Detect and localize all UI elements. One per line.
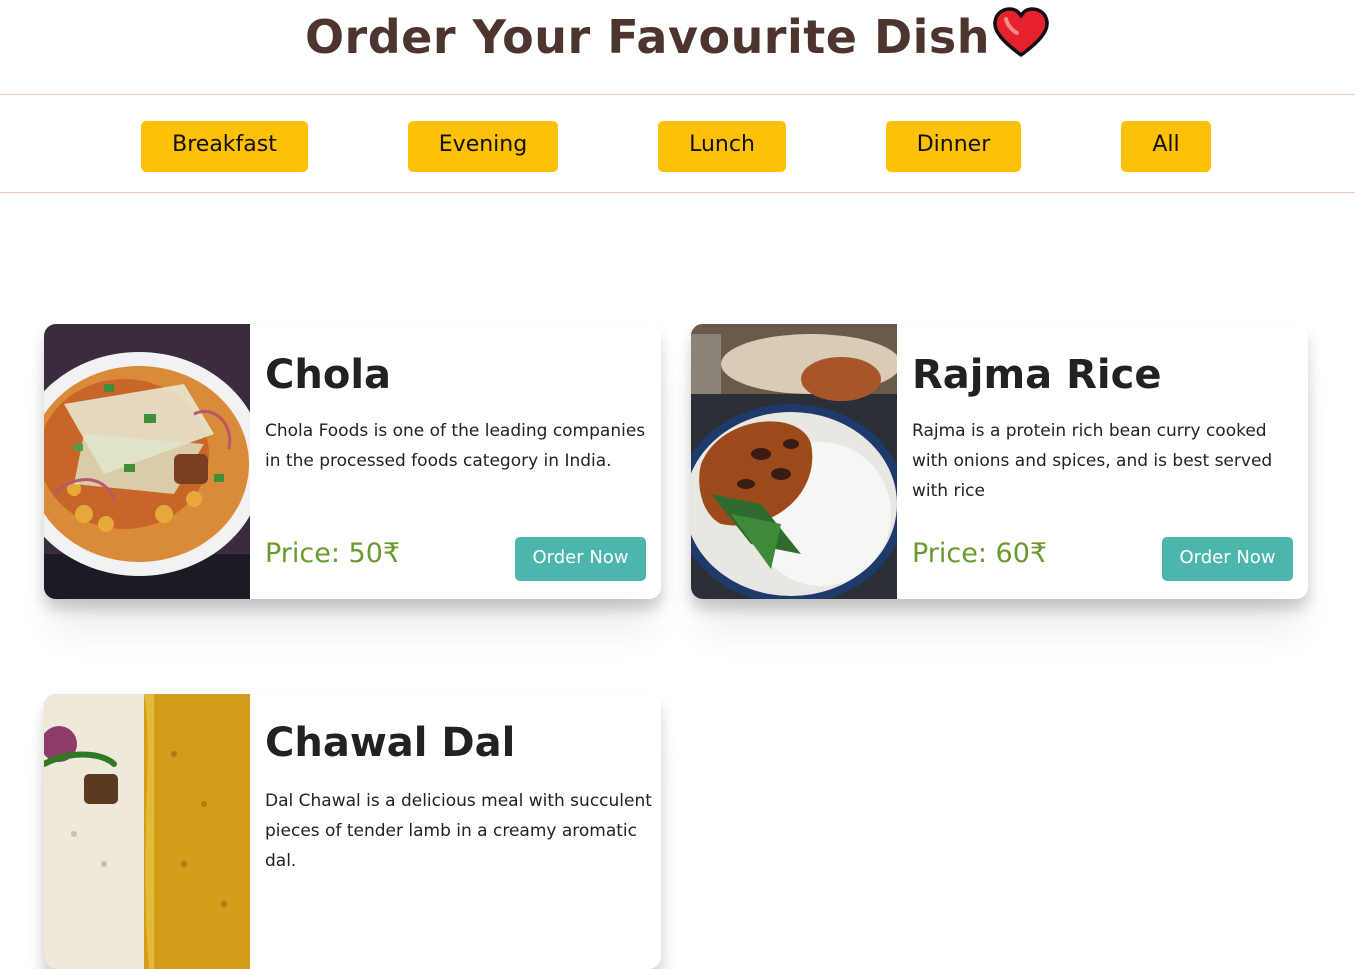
dish-image-chawal-dal bbox=[44, 694, 250, 969]
dish-body-rajma-rice: Rajma Rice Rajma is a protein rich bean … bbox=[912, 324, 1293, 599]
dish-image-chola bbox=[44, 324, 250, 599]
dish-card-chola: Chola Chola Foods is one of the leading … bbox=[44, 324, 661, 599]
heart-icon bbox=[993, 7, 1049, 57]
dish-description: Dal Chawal is a delicious meal with succ… bbox=[265, 791, 652, 871]
dish-price: Price: 50₹ bbox=[265, 538, 401, 569]
dish-price: Price: 60₹ bbox=[912, 538, 1048, 569]
dish-body-chawal-dal: Chawal Dal Dal Chawal is a delicious mea… bbox=[265, 694, 652, 969]
menu-button-dinner[interactable]: Dinner bbox=[886, 121, 1021, 172]
order-now-button[interactable]: Order Now bbox=[515, 537, 646, 581]
page-title: Order Your Favourite Dish bbox=[304, 10, 991, 64]
page-header: Order Your Favourite Dish bbox=[0, 0, 1355, 95]
dish-card-rajma-rice: Rajma Rice Rajma is a protein rich bean … bbox=[691, 324, 1308, 599]
menu-button-breakfast[interactable]: Breakfast bbox=[141, 121, 308, 172]
dish-description: Chola Foods is one of the leading compan… bbox=[265, 421, 646, 471]
dish-title: Chawal Dal bbox=[265, 720, 516, 766]
dish-description: Rajma is a protein rich bean curry cooke… bbox=[912, 421, 1273, 501]
dish-title: Rajma Rice bbox=[912, 352, 1162, 398]
menu-button-lunch[interactable]: Lunch bbox=[658, 121, 786, 172]
menu-button-all[interactable]: All bbox=[1121, 121, 1211, 172]
menu-button-evening[interactable]: Evening bbox=[408, 121, 558, 172]
dish-title: Chola bbox=[265, 352, 392, 398]
title-wrap: Order Your Favourite Dish bbox=[0, 7, 1355, 64]
dish-card-chawal-dal: Chawal Dal Dal Chawal is a delicious mea… bbox=[44, 694, 661, 969]
order-now-button[interactable]: Order Now bbox=[1162, 537, 1293, 581]
dish-body-chola: Chola Chola Foods is one of the leading … bbox=[265, 324, 646, 599]
dish-image-rajma-rice bbox=[691, 324, 897, 599]
category-menu: Breakfast Evening Lunch Dinner All bbox=[0, 95, 1355, 193]
